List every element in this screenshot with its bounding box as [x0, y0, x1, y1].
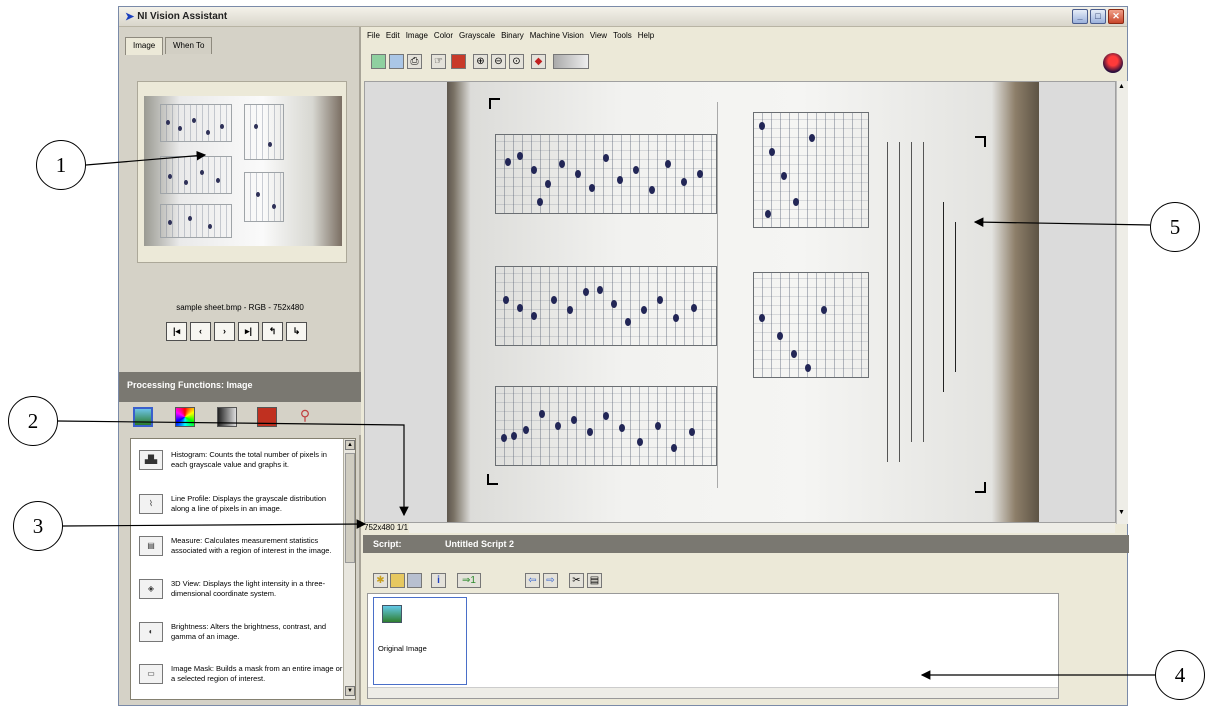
left-panel: Image When To sample sheet.bmp - RGB - 7…	[119, 27, 361, 705]
menu-edit[interactable]: Edit	[386, 31, 400, 40]
app-logo-icon: ➤	[125, 11, 135, 23]
scroll-down-icon[interactable]: ▼	[1118, 509, 1125, 516]
image-mask-icon: ▭	[139, 664, 163, 684]
tab-when-to[interactable]: When To	[165, 37, 213, 54]
measure-icon: ▤	[139, 536, 163, 556]
script-steps-area: Original Image	[367, 593, 1059, 699]
main-toolbar: ⎙ ☞ ⊕ ⊖ ⊙ ◆	[363, 43, 1129, 81]
viewer-vertical-scrollbar[interactable]: ▲ ▼	[1116, 81, 1128, 524]
callout-4: 4	[1155, 650, 1205, 700]
previous-image-button[interactable]: ‹	[190, 322, 211, 341]
image-browser-icon[interactable]	[451, 54, 466, 69]
last-image-button[interactable]: ▸|	[238, 322, 259, 341]
image-browser-box	[137, 81, 347, 263]
scroll-up-icon[interactable]: ▲	[345, 440, 355, 450]
zoom-label: 752x480 1/1	[364, 523, 409, 532]
open-script-icon[interactable]	[390, 573, 405, 588]
cut-icon[interactable]: ✂	[569, 573, 584, 588]
line-profile-icon: ⌇	[139, 494, 163, 514]
image-icon	[382, 605, 402, 623]
3d-view-icon: ◈	[139, 579, 163, 599]
image-navigation: |◂ ‹ › ▸| ↰ ↳	[166, 322, 310, 341]
script-header: Script: Untitled Script 2	[363, 535, 1129, 553]
first-image-button[interactable]: |◂	[166, 322, 187, 341]
image-functions-icon[interactable]	[133, 407, 153, 427]
eraser-icon[interactable]: ◆	[531, 54, 546, 69]
print-icon[interactable]: ⎙	[407, 54, 422, 69]
scroll-up-icon[interactable]: ▲	[1118, 83, 1125, 90]
script-toolbar: ✱ i ⇒1 ⇦ ⇨ ✂ ▤	[363, 553, 1129, 593]
menu-color[interactable]: Color	[434, 31, 453, 40]
tab-image[interactable]: Image	[125, 37, 164, 55]
callout-3: 3	[13, 501, 63, 551]
processing-functions-header: Processing Functions: Image	[119, 372, 361, 402]
menu-help[interactable]: Help	[638, 31, 654, 40]
paste-icon[interactable]: ▤	[587, 573, 602, 588]
callout-1: 1	[36, 140, 86, 190]
scroll-thumb[interactable]	[345, 453, 355, 563]
move-right-icon[interactable]: ⇨	[543, 573, 558, 588]
menu-grayscale[interactable]: Grayscale	[459, 31, 495, 40]
zoom-out-icon[interactable]: ⊖	[491, 54, 506, 69]
step-label: Original Image	[378, 644, 427, 653]
menu-image[interactable]: Image	[406, 31, 428, 40]
window-title: NI Vision Assistant	[137, 11, 228, 22]
callout-2: 2	[8, 396, 58, 446]
machine-vision-icon[interactable]: ⚲	[295, 407, 315, 427]
next-image-button[interactable]: ›	[214, 322, 235, 341]
scroll-down-icon[interactable]: ▼	[345, 686, 355, 696]
grayscale-palette[interactable]	[553, 54, 589, 69]
script-horizontal-scrollbar[interactable]	[368, 687, 1058, 698]
menu-machine-vision[interactable]: Machine Vision	[530, 31, 584, 40]
color-functions-icon[interactable]	[175, 407, 195, 427]
menu-tools[interactable]: Tools	[613, 31, 632, 40]
minimize-button[interactable]: _	[1072, 9, 1088, 24]
save-image-icon[interactable]	[389, 54, 404, 69]
undo-button[interactable]: ↰	[262, 322, 283, 341]
file-info-label: sample sheet.bmp - RGB - 752x480	[176, 303, 304, 312]
main-window: ➤ NI Vision Assistant _ □ ✕ Image When T…	[118, 6, 1129, 706]
binary-functions-icon[interactable]	[257, 407, 277, 427]
avatar[interactable]	[1103, 53, 1123, 73]
close-button[interactable]: ✕	[1108, 9, 1124, 24]
answer-sheet-image	[447, 82, 1039, 522]
title-bar: ➤ NI Vision Assistant _ □ ✕	[119, 7, 1127, 27]
histogram-icon: ▟▙	[139, 450, 163, 470]
grayscale-functions-icon[interactable]	[217, 407, 237, 427]
callout-5: 5	[1150, 202, 1200, 252]
info-icon[interactable]: i	[431, 573, 446, 588]
processing-category-bar: ⚲	[119, 402, 361, 435]
menu-bar: File Edit Image Color Grayscale Binary M…	[363, 27, 1129, 43]
function-list: ▟▙ Histogram: Counts the total number of…	[130, 438, 356, 700]
acquire-image-icon[interactable]	[371, 54, 386, 69]
menu-view[interactable]: View	[590, 31, 607, 40]
zoom-fit-icon[interactable]: ⊙	[509, 54, 524, 69]
move-left-icon[interactable]: ⇦	[525, 573, 540, 588]
zoom-in-icon[interactable]: ⊕	[473, 54, 488, 69]
new-script-icon[interactable]: ✱	[373, 573, 388, 588]
script-name: Untitled Script 2	[445, 539, 515, 549]
brightness-icon: ◐	[139, 622, 163, 642]
image-viewer[interactable]	[364, 81, 1116, 523]
image-thumbnail[interactable]	[144, 96, 342, 246]
pan-icon[interactable]: ☞	[431, 54, 446, 69]
viewer-horizontal-scrollbar[interactable]	[409, 523, 1115, 533]
script-label: Script:	[373, 539, 402, 549]
redo-button[interactable]: ↳	[286, 322, 307, 341]
maximize-button[interactable]: □	[1090, 9, 1106, 24]
save-script-icon[interactable]	[407, 573, 422, 588]
menu-file[interactable]: File	[367, 31, 380, 40]
original-image-step[interactable]: Original Image	[373, 597, 467, 685]
menu-binary[interactable]: Binary	[501, 31, 524, 40]
run-once-icon[interactable]: ⇒1	[457, 573, 481, 588]
function-list-scrollbar[interactable]: ▲ ▼	[343, 439, 355, 699]
